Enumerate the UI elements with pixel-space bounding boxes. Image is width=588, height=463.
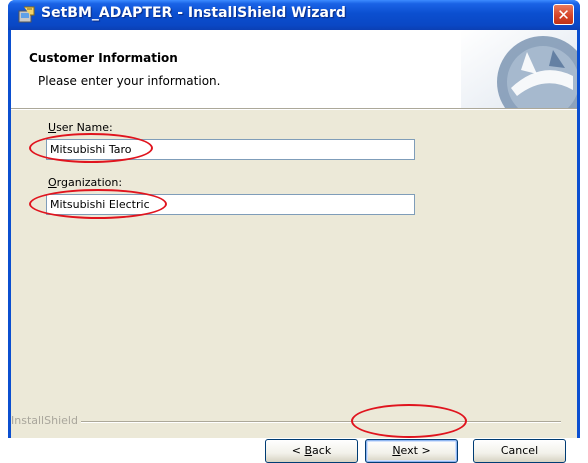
page-title: Customer Information xyxy=(29,51,178,65)
wizard-window: SetBM_ADAPTER - InstallShield Wizard ✕ C… xyxy=(8,0,580,463)
next-button[interactable]: Next > xyxy=(365,439,458,463)
close-icon[interactable]: ✕ xyxy=(553,4,574,25)
cancel-button[interactable]: Cancel xyxy=(473,439,566,463)
form-area: User Name: Organization: InstallShield <… xyxy=(11,109,577,463)
installer-icon xyxy=(18,6,35,23)
user-name-label: User Name: xyxy=(48,121,113,134)
dialog-client: Customer Information Please enter your i… xyxy=(11,30,577,463)
footer-divider xyxy=(81,421,561,423)
installshield-brand: InstallShield xyxy=(11,414,81,427)
title-bar[interactable]: SetBM_ADAPTER - InstallShield Wizard ✕ xyxy=(8,0,580,30)
page-subtitle: Please enter your information. xyxy=(38,74,221,88)
user-name-input[interactable] xyxy=(46,139,415,160)
installshield-logo-icon xyxy=(461,30,577,108)
window-title: SetBM_ADAPTER - InstallShield Wizard xyxy=(41,5,346,21)
back-button[interactable]: < Back xyxy=(265,439,358,463)
organization-label: Organization: xyxy=(48,176,123,189)
header-banner: Customer Information Please enter your i… xyxy=(11,30,577,109)
organization-input[interactable] xyxy=(46,194,415,215)
